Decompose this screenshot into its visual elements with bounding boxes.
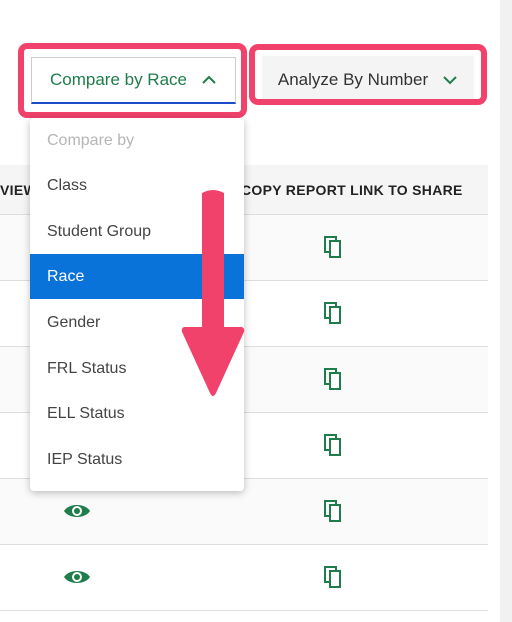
- column-header-copy-link: COPY REPORT LINK TO SHARE: [241, 182, 463, 198]
- view-eye-icon[interactable]: [63, 501, 91, 521]
- page-scrollbar[interactable]: [500, 0, 512, 622]
- highlight-box-analyze: [249, 44, 487, 105]
- menu-item-iep-status[interactable]: IEP Status: [30, 437, 244, 482]
- highlight-box-compare: [18, 43, 247, 118]
- down-arrow-icon: [181, 190, 245, 396]
- menu-header: Compare by: [47, 132, 135, 149]
- copy-link-icon[interactable]: [323, 235, 343, 259]
- copy-link-icon[interactable]: [323, 301, 343, 325]
- copy-link-icon[interactable]: [323, 565, 343, 589]
- table-row: [0, 545, 488, 611]
- copy-link-icon[interactable]: [323, 433, 343, 457]
- copy-link-icon[interactable]: [323, 367, 343, 391]
- view-eye-icon[interactable]: [63, 567, 91, 587]
- copy-link-icon[interactable]: [323, 499, 343, 523]
